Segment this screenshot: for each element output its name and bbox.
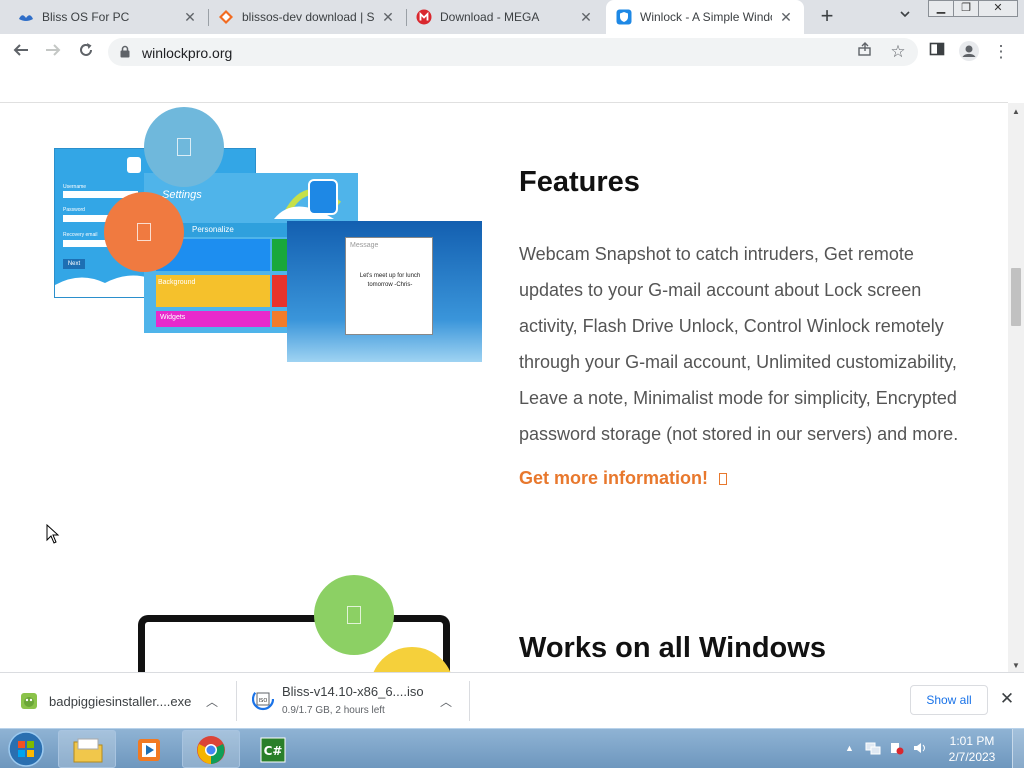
tab-mega[interactable]: Download - MEGA ✕ bbox=[406, 0, 604, 34]
chevron-up-icon[interactable]: ︿ bbox=[206, 693, 218, 710]
close-tab-icon[interactable]: ✕ bbox=[380, 9, 396, 26]
minimize-icon[interactable]: ▁ bbox=[928, 0, 954, 17]
browser-toolbar: winlockpro.org ☆ ⋮ bbox=[0, 34, 1024, 70]
features-illustration: Username Password Recovery email Next Se… bbox=[54, 106, 484, 366]
winlock-icon bbox=[616, 9, 632, 25]
site-header-edge bbox=[0, 70, 1008, 103]
scroll-down-icon[interactable]: ▼ bbox=[1012, 661, 1020, 670]
new-tab-button[interactable]: + bbox=[814, 4, 840, 30]
media-player-taskbar-button[interactable] bbox=[120, 730, 178, 768]
svg-text:C#: C# bbox=[264, 744, 283, 758]
start-orb-icon[interactable] bbox=[6, 730, 46, 768]
works-green-circle bbox=[314, 575, 394, 655]
svg-text:ISO: ISO bbox=[259, 698, 268, 704]
glyph-placeholder-icon bbox=[177, 138, 191, 156]
game-file-icon bbox=[21, 693, 37, 709]
glyph-placeholder-icon bbox=[137, 223, 151, 241]
recovery-label: Recovery email bbox=[63, 232, 98, 238]
bookmark-star-icon[interactable]: ☆ bbox=[887, 41, 909, 63]
csharp-taskbar-button[interactable]: C# bbox=[244, 730, 302, 768]
forward-icon[interactable] bbox=[42, 41, 64, 63]
scroll-up-icon[interactable]: ▲ bbox=[1012, 107, 1020, 116]
background-label: Background bbox=[158, 279, 196, 286]
features-heading: Features bbox=[519, 166, 640, 198]
chrome-taskbar-button[interactable] bbox=[182, 730, 240, 768]
download-divider bbox=[469, 681, 470, 721]
tab-winlock[interactable]: Winlock - A Simple Windo ✕ bbox=[606, 0, 804, 34]
profile-avatar-icon[interactable] bbox=[958, 41, 980, 63]
tab-title: Bliss OS For PC bbox=[42, 10, 130, 24]
taskbar-clock[interactable]: 1:01 PM 2/7/2023 bbox=[936, 733, 1008, 765]
menu-kebab-icon[interactable]: ⋮ bbox=[990, 41, 1012, 63]
side-panel-icon[interactable] bbox=[926, 41, 948, 63]
reload-icon[interactable] bbox=[75, 41, 97, 63]
works-heading: Works on all Windows bbox=[519, 632, 826, 664]
tab-title: Winlock - A Simple Windo bbox=[640, 10, 772, 24]
clock-time: 1:01 PM bbox=[949, 734, 995, 748]
restore-icon[interactable]: ❐ bbox=[953, 0, 979, 17]
download-item[interactable]: badpiggiesinstaller....exe ︿ bbox=[0, 673, 236, 729]
folder-icon bbox=[73, 738, 103, 763]
close-tab-icon[interactable]: ✕ bbox=[778, 9, 794, 26]
close-tab-icon[interactable]: ✕ bbox=[578, 9, 594, 26]
tray-expand-icon[interactable]: ▲ bbox=[845, 743, 854, 753]
volume-icon[interactable] bbox=[912, 741, 928, 755]
download-progress-text: 0.9/1.7 GB, 2 hours left bbox=[282, 705, 385, 716]
browser-window: Bliss OS For PC ✕ blissos-dev download |… bbox=[0, 0, 1024, 768]
personalize-label: Personalize bbox=[192, 225, 234, 234]
media-player-icon bbox=[138, 739, 160, 761]
lock-icon bbox=[120, 45, 130, 58]
system-tray: ▲ bbox=[845, 740, 928, 755]
get-more-info-label: Get more information! bbox=[519, 468, 709, 488]
message-screenshot: Message Let's meet up for lunch tomorrow… bbox=[287, 221, 482, 362]
network-icon[interactable] bbox=[865, 741, 881, 755]
explorer-taskbar-button[interactable] bbox=[58, 730, 116, 768]
sourceforge-icon bbox=[219, 10, 233, 24]
glyph-placeholder-icon bbox=[347, 606, 361, 624]
close-window-icon[interactable]: ✕ bbox=[978, 0, 1018, 17]
address-bar[interactable]: winlockpro.org ☆ bbox=[108, 38, 918, 66]
mega-icon bbox=[416, 9, 432, 25]
note-text: Let's meet up for lunch tomorrow -Chris- bbox=[359, 273, 421, 288]
mouse-cursor-icon bbox=[46, 524, 60, 544]
features-blue-circle bbox=[144, 107, 224, 187]
features-orange-circle bbox=[104, 192, 184, 272]
get-more-info-link[interactable]: Get more information! bbox=[519, 468, 728, 489]
show-desktop-button[interactable] bbox=[1012, 729, 1024, 768]
username-label: Username bbox=[63, 184, 87, 190]
share-icon[interactable] bbox=[854, 41, 876, 63]
close-tab-icon[interactable]: ✕ bbox=[182, 9, 198, 26]
tab-strip: Bliss OS For PC ✕ blissos-dev download |… bbox=[0, 0, 1024, 34]
show-all-button[interactable]: Show all bbox=[910, 685, 988, 715]
csharp-icon: C# bbox=[260, 737, 286, 763]
laptop-illustration bbox=[138, 575, 454, 672]
tab-bliss[interactable]: Bliss OS For PC ✕ bbox=[8, 0, 208, 34]
download-filename: Bliss-v14.10-x86_6....iso bbox=[282, 684, 424, 699]
iso-file-icon: ISO bbox=[252, 687, 274, 711]
widgets-label: Widgets bbox=[160, 314, 186, 321]
tab-search-icon[interactable] bbox=[896, 8, 914, 26]
arrow-icon bbox=[719, 473, 728, 485]
tab-title: blissos-dev download | So bbox=[242, 10, 374, 24]
download-filename: badpiggiesinstaller....exe bbox=[49, 694, 192, 709]
back-icon[interactable] bbox=[10, 41, 32, 63]
chevron-up-icon[interactable]: ︿ bbox=[440, 693, 452, 710]
password-label: Password bbox=[63, 207, 85, 213]
clock-date: 2/7/2023 bbox=[948, 750, 996, 764]
bliss-icon bbox=[19, 15, 33, 21]
message-label: Message bbox=[350, 242, 379, 249]
close-downloads-icon[interactable]: ✕ bbox=[998, 689, 1016, 711]
tab-sourceforge[interactable]: blissos-dev download | So ✕ bbox=[208, 0, 406, 34]
downloads-bar: badpiggiesinstaller....exe ︿ ISO Bliss-v… bbox=[0, 672, 1024, 728]
action-center-icon[interactable] bbox=[889, 741, 905, 755]
windows-taskbar: C# ▲ 1:01 PM 2/7/2023 bbox=[0, 728, 1024, 768]
page-scrollbar[interactable]: ▲ ▼ bbox=[1008, 103, 1024, 672]
web-page: Username Password Recovery email Next Se… bbox=[0, 70, 1024, 672]
tab-title: Download - MEGA bbox=[440, 10, 540, 24]
url-text: winlockpro.org bbox=[142, 45, 233, 61]
chrome-icon bbox=[197, 736, 225, 764]
download-item[interactable]: ISO Bliss-v14.10-x86_6....iso 0.9/1.7 GB… bbox=[237, 673, 469, 729]
features-description: Webcam Snapshot to catch intruders, Get … bbox=[519, 244, 959, 444]
scrollbar-thumb[interactable] bbox=[1011, 268, 1021, 326]
